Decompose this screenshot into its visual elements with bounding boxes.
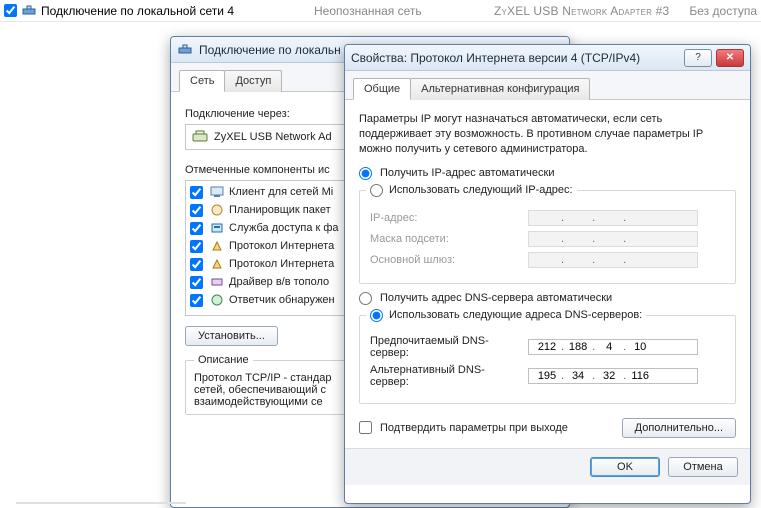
network-adapter-icon [177, 42, 193, 58]
dns-auto-radio-row[interactable]: Получить адрес DNS-сервера автоматически [359, 292, 736, 305]
tab-strip: Общие Альтернативная конфигурация [345, 71, 750, 100]
help-button[interactable]: ? [684, 49, 712, 67]
item-label: Планировщик пакет [229, 204, 331, 216]
ip-manual-group: Использовать следующий IP-адрес: IP-адре… [359, 184, 736, 284]
ip-auto-radio[interactable] [359, 167, 372, 180]
alternate-dns-label: Альтернативный DNS-сервер: [370, 364, 520, 388]
responder-icon [209, 292, 225, 308]
network-adapter-icon [21, 3, 37, 19]
driver-icon [209, 274, 225, 290]
confirm-on-exit-label: Подтвердить параметры при выходе [380, 422, 568, 434]
dns-manual-group: Использовать следующие адреса DNS-сервер… [359, 309, 736, 404]
preferred-dns-label: Предпочитаемый DNS-сервер: [370, 335, 520, 359]
alternate-dns-input[interactable]: . . . [528, 368, 698, 384]
dialog-button-row: OK Отмена [345, 448, 750, 485]
ip-address-input: ... [528, 210, 698, 226]
preferred-dns-input[interactable]: . . . [528, 339, 698, 355]
item-label: Протокол Интернета [229, 258, 334, 270]
dns-auto-radio[interactable] [359, 292, 372, 305]
alternate-dns-row: Альтернативный DNS-сервер: . . . [370, 364, 725, 388]
ip-octet[interactable] [564, 341, 592, 353]
dns-manual-radio[interactable] [370, 309, 383, 322]
ip-auto-radio-row[interactable]: Получить IP-адрес автоматически [359, 167, 736, 180]
ip-manual-radio[interactable] [370, 184, 383, 197]
ip-octet[interactable] [626, 370, 654, 382]
dns-manual-label: Использовать следующие адреса DNS-сервер… [389, 309, 642, 321]
file-share-icon [209, 220, 225, 236]
ipv4-properties-window: Свойства: Протокол Интернета версии 4 (T… [344, 44, 751, 504]
ip-auto-label: Получить IP-адрес автоматически [380, 167, 554, 179]
connection-access: Без доступа [669, 4, 757, 18]
tab-alternative[interactable]: Альтернативная конфигурация [410, 78, 590, 100]
client-icon [209, 184, 225, 200]
item-checkbox[interactable] [190, 222, 203, 235]
titlebar[interactable]: Свойства: Протокол Интернета версии 4 (T… [345, 45, 750, 71]
separator [16, 502, 186, 504]
ip-octet[interactable] [564, 370, 592, 382]
protocol-icon [209, 238, 225, 254]
ip-manual-label: Использовать следующий IP-адрес: [389, 184, 573, 196]
advanced-button[interactable]: Дополнительно... [622, 418, 736, 438]
tab-general[interactable]: Общие [353, 78, 411, 100]
ok-button[interactable]: OK [590, 457, 660, 477]
confirm-on-exit-checkbox[interactable] [359, 421, 372, 434]
ip-octet[interactable] [595, 341, 623, 353]
connection-adapter: ZyXEL USB Network Adapter #3 [494, 4, 669, 18]
item-checkbox[interactable] [190, 294, 203, 307]
connection-list-row[interactable]: Подключение по локальной сети 4 Неопозна… [0, 0, 761, 22]
adapter-icon [192, 129, 208, 145]
item-label: Служба доступа к фа [229, 222, 339, 234]
gateway-row: Основной шлюз: ... [370, 252, 725, 268]
install-button[interactable]: Установить... [185, 326, 278, 346]
item-checkbox[interactable] [190, 258, 203, 271]
close-button[interactable]: ✕ [716, 49, 744, 67]
preferred-dns-row: Предпочитаемый DNS-сервер: . . . [370, 335, 725, 359]
adapter-name: ZyXEL USB Network Ad [214, 131, 332, 143]
window-title: Свойства: Протокол Интернета версии 4 (T… [351, 51, 684, 65]
tab-access[interactable]: Доступ [224, 70, 282, 92]
item-label: Драйвер в/в тополо [229, 276, 329, 288]
item-label: Клиент для сетей Mi [229, 186, 333, 198]
connection-checkbox[interactable] [4, 4, 17, 17]
item-checkbox[interactable] [190, 240, 203, 253]
gateway-label: Основной шлюз: [370, 254, 520, 266]
protocol-icon [209, 256, 225, 272]
item-label: Ответчик обнаружен [229, 294, 335, 306]
ip-address-row: IP-адрес: ... [370, 210, 725, 226]
gateway-input: ... [528, 252, 698, 268]
ip-octet[interactable] [533, 370, 561, 382]
ip-octet[interactable] [595, 370, 623, 382]
ip-address-label: IP-адрес: [370, 212, 520, 224]
scheduler-icon [209, 202, 225, 218]
description-legend: Описание [194, 354, 253, 366]
subnet-mask-label: Маска подсети: [370, 233, 520, 245]
cancel-button[interactable]: Отмена [668, 457, 738, 477]
subnet-mask-input: ... [528, 231, 698, 247]
ip-octet[interactable] [626, 341, 654, 353]
description-text: Параметры IP могут назначаться автоматич… [359, 112, 736, 157]
item-checkbox[interactable] [190, 276, 203, 289]
connection-name: Подключение по локальной сети 4 [41, 4, 234, 18]
subnet-mask-row: Маска подсети: ... [370, 231, 725, 247]
item-label: Протокол Интернета [229, 240, 334, 252]
dns-auto-label: Получить адрес DNS-сервера автоматически [380, 292, 612, 304]
item-checkbox[interactable] [190, 186, 203, 199]
close-icon: ✕ [726, 52, 734, 63]
tab-network[interactable]: Сеть [179, 70, 225, 92]
ip-octet[interactable] [533, 341, 561, 353]
connection-status: Неопознанная сеть [234, 4, 494, 18]
item-checkbox[interactable] [190, 204, 203, 217]
